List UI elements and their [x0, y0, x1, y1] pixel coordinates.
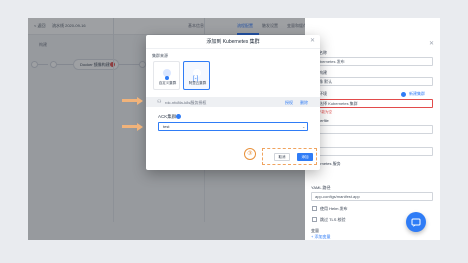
cluster-select[interactable]: 请选择 Kubernetes 集群	[311, 99, 433, 108]
help-icon	[401, 92, 406, 97]
service-account-name: rdc-nfc8fa-k8s服务授权	[165, 100, 207, 105]
callout-arrow-head	[137, 122, 143, 131]
divider	[146, 48, 320, 49]
info-icon	[176, 114, 181, 119]
service-account-row: ⚇ rdc-nfc8fa-k8s服务授权 授权 删除	[146, 97, 320, 107]
aliyun-cluster-icon: [-]	[193, 69, 201, 82]
delete-link[interactable]: 删除	[300, 100, 308, 106]
chevron-down-icon: ⌄	[302, 124, 306, 129]
image-field[interactable]: 镜像 默认	[311, 77, 433, 86]
tls-label: 跳过 TLS 校验	[320, 217, 346, 222]
add-button[interactable]: 添加	[297, 153, 313, 161]
custom-cluster-icon	[163, 69, 171, 80]
callout-arrow	[122, 125, 138, 128]
ack-cluster-value: test	[163, 124, 170, 129]
source-label: 集群来源	[152, 53, 168, 58]
ack-cluster-label: ACK集群	[158, 114, 177, 119]
callout-arrow	[122, 99, 138, 102]
ack-cluster-select[interactable]: test ⌄	[158, 122, 308, 131]
dockerfile-field[interactable]	[311, 125, 433, 134]
task-name-field[interactable]: Kubernetes 发布	[311, 57, 433, 66]
source-option-label: 阿里云集群	[188, 81, 207, 85]
yaml-path-field[interactable]: app-configs/manifest.app	[311, 192, 433, 201]
panel-label: YAML 路径	[311, 185, 331, 190]
helm-label: 使用 Helm 发布	[320, 206, 348, 211]
user-icon: ⚇	[157, 99, 162, 105]
source-option-label: 自定义集群	[158, 81, 177, 85]
callout-arrow-head	[137, 96, 143, 105]
tls-checkbox[interactable]	[312, 217, 317, 222]
authorize-link[interactable]: 授权	[285, 100, 293, 106]
source-option-custom[interactable]: 自定义集群	[153, 61, 180, 90]
screenshot-stage: < 返回 流水线 2020-09-16 基本信息 流程配置 触发设置 变量和缓存…	[0, 0, 468, 263]
dialog-title: 添加到 Kubernetes 集群	[206, 39, 260, 45]
task-config-panel: ✕ 任务名称 Kubernetes 发布 镜像构建 镜像 默认 所属环境 新建集…	[305, 18, 440, 240]
tag-field[interactable]	[311, 147, 433, 156]
chat-icon	[411, 218, 421, 227]
source-option-aliyun[interactable]: [-] 阿里云集群	[183, 61, 210, 90]
new-cluster-link[interactable]: 新建集群	[409, 91, 425, 97]
close-icon[interactable]: ✕	[310, 37, 315, 44]
add-variable-link[interactable]: + 添加变量	[311, 234, 330, 240]
add-cluster-dialog: 添加到 Kubernetes 集群 ✕ 集群来源 自定义集群 [-] 阿里云集群…	[146, 35, 320, 170]
cancel-button[interactable]: 取消	[274, 153, 290, 161]
helm-checkbox[interactable]	[312, 206, 317, 211]
chat-fab-button[interactable]	[406, 212, 426, 232]
close-icon[interactable]: ✕	[429, 40, 434, 47]
step-callout-badge: ③	[244, 148, 256, 160]
